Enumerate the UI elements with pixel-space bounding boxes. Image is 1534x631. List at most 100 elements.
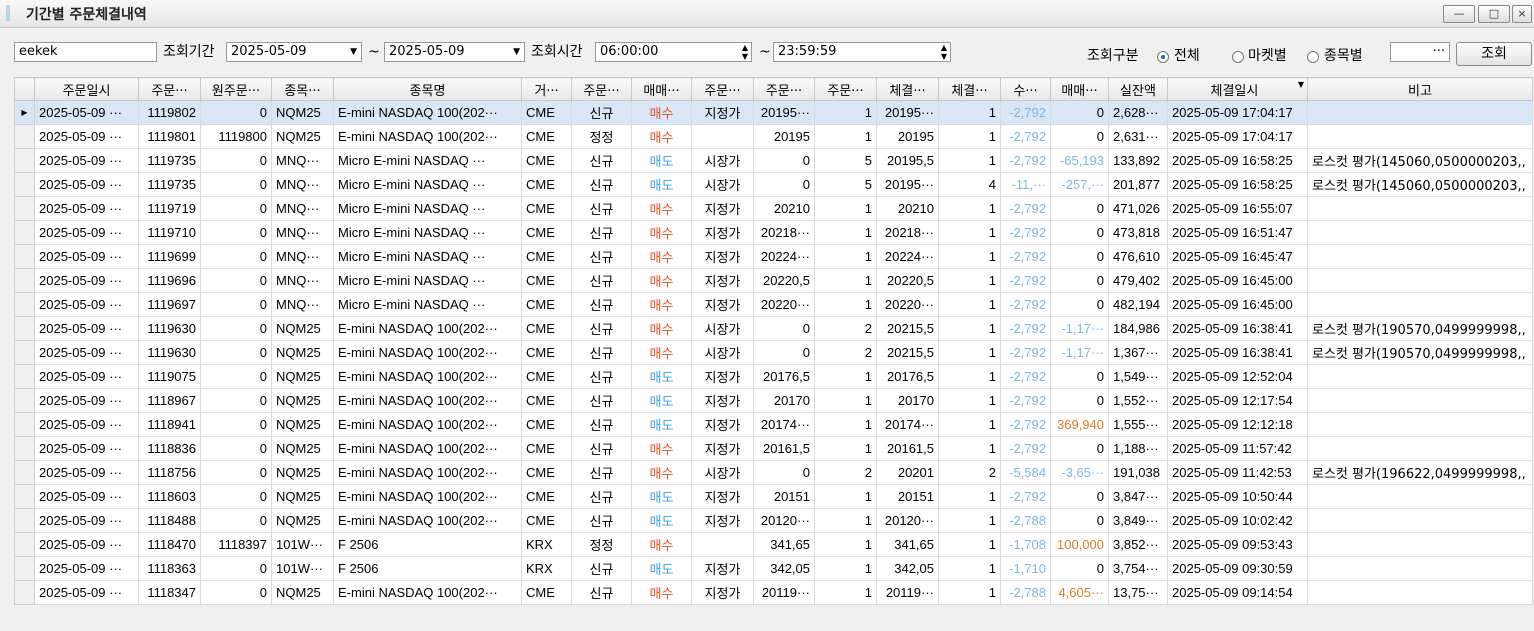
table-cell: 신규: [571, 508, 632, 533]
column-header[interactable]: 매매···: [631, 77, 692, 101]
column-header[interactable]: 비고: [1307, 77, 1533, 101]
table-row[interactable]: 2025-05-09 ··· 1118836 0 NQM25 E-mini NASDAQ…: [14, 436, 1533, 461]
table-cell: 20210: [876, 196, 939, 221]
row-indicator[interactable]: [14, 292, 35, 317]
table-cell: [1307, 268, 1533, 293]
row-indicator[interactable]: ▶: [14, 100, 35, 125]
column-header[interactable]: 주문···: [753, 77, 815, 101]
row-indicator[interactable]: [14, 412, 35, 437]
table-cell: 3,849···: [1108, 508, 1168, 533]
table-row[interactable]: 2025-05-09 ··· 1118967 0 NQM25 E-mini NASDAQ…: [14, 388, 1533, 413]
column-header[interactable]: 주문일시: [34, 77, 139, 101]
table-row[interactable]: 2025-05-09 ··· 1119699 0 MNQ··· Micro E-mini…: [14, 244, 1533, 269]
column-header[interactable]: 원주문···: [200, 77, 272, 101]
column-header[interactable]: 주문···: [138, 77, 201, 101]
radio-market[interactable]: [1232, 51, 1244, 63]
radio-all-label[interactable]: 전체: [1174, 46, 1200, 66]
table-cell: 1: [938, 340, 1001, 365]
table-header-row: 주문일시 주문··· 원주문··· 종목··· 종목명 거··· 주문··· 매매··· 주문·…: [14, 77, 1533, 101]
table-row[interactable]: 2025-05-09 ··· 1119735 0 MNQ··· Micro E-mini…: [14, 148, 1533, 173]
table-cell: 0: [200, 340, 272, 365]
table-cell: MNQ···: [271, 220, 334, 245]
time-from-spinner[interactable]: 06:00:00 ▲ ▼: [595, 42, 752, 62]
row-indicator[interactable]: [14, 172, 35, 197]
table-row[interactable]: 2025-05-09 ··· 1118941 0 NQM25 E-mini NASDAQ…: [14, 412, 1533, 437]
table-row[interactable]: 2025-05-09 ··· 1118603 0 NQM25 E-mini NASDAQ…: [14, 484, 1533, 509]
row-indicator[interactable]: [14, 268, 35, 293]
table-row[interactable]: 2025-05-09 ··· 1119630 0 NQM25 E-mini NASDAQ…: [14, 340, 1533, 365]
row-indicator[interactable]: [14, 220, 35, 245]
table-row[interactable]: 2025-05-09 ··· 1118756 0 NQM25 E-mini NASDAQ…: [14, 460, 1533, 485]
column-header[interactable]: 주문···: [571, 77, 632, 101]
column-header[interactable]: 종목···: [271, 77, 334, 101]
table-cell: 신규: [571, 460, 632, 485]
table-row[interactable]: 2025-05-09 ··· 1119735 0 MNQ··· Micro E-mini…: [14, 172, 1533, 197]
radio-symbol-label[interactable]: 종목별: [1324, 46, 1363, 66]
column-header[interactable]: 거···: [521, 77, 572, 101]
column-header[interactable]: 체결일시 ▼: [1167, 77, 1308, 101]
date-from-picker[interactable]: 2025-05-09 ▼: [226, 42, 362, 62]
table-row[interactable]: ▶ 2025-05-09 ··· 1119802 0 NQM25 E-mini NASDA…: [14, 100, 1533, 125]
row-indicator[interactable]: [14, 556, 35, 581]
column-header[interactable]: 체결···: [938, 77, 1001, 101]
row-indicator[interactable]: [14, 364, 35, 389]
row-indicator[interactable]: [14, 436, 35, 461]
table-cell: 2025-05-09 ···: [34, 364, 139, 389]
table-row[interactable]: 2025-05-09 ··· 1119696 0 MNQ··· Micro E-mini…: [14, 268, 1533, 293]
column-header[interactable]: 실잔액: [1108, 77, 1168, 101]
search-button[interactable]: 조회: [1456, 42, 1532, 66]
row-indicator[interactable]: [14, 148, 35, 173]
table-cell: 1,555···: [1108, 412, 1168, 437]
table-row[interactable]: 2025-05-09 ··· 1118347 0 NQM25 E-mini NASDAQ…: [14, 580, 1533, 605]
time-to-spinner[interactable]: 23:59:59 ▲ ▼: [773, 42, 951, 62]
table-cell: CME: [521, 292, 572, 317]
table-row[interactable]: 2025-05-09 ··· 1119710 0 MNQ··· Micro E-mini…: [14, 220, 1533, 245]
table-row[interactable]: 2025-05-09 ··· 1119719 0 MNQ··· Micro E-mini…: [14, 196, 1533, 221]
table-cell: CME: [521, 580, 572, 605]
table-cell: 로스컷 평가(145060,0500000203,,: [1307, 148, 1533, 173]
table-cell: 0: [200, 316, 272, 341]
close-button[interactable]: ×: [1512, 5, 1532, 23]
table-cell: 1: [938, 556, 1001, 581]
minimize-button[interactable]: —: [1443, 5, 1475, 23]
row-indicator[interactable]: [14, 508, 35, 533]
row-indicator[interactable]: [14, 484, 35, 509]
table-cell: 1: [938, 292, 1001, 317]
column-header[interactable]: 매매···: [1050, 77, 1109, 101]
radio-all[interactable]: [1157, 51, 1169, 63]
account-field[interactable]: eekek: [14, 42, 157, 62]
radio-symbol[interactable]: [1307, 51, 1319, 63]
column-header[interactable]: 체결···: [876, 77, 939, 101]
column-header[interactable]: 주문···: [691, 77, 754, 101]
symbol-picker-button[interactable]: ···: [1390, 42, 1450, 62]
chevron-down-icon[interactable]: ▼: [350, 43, 357, 61]
row-indicator[interactable]: [14, 196, 35, 221]
spin-arrows-icon[interactable]: ▲ ▼: [742, 43, 748, 61]
table-row[interactable]: 2025-05-09 ··· 1118470 1118397 101W··· F 250…: [14, 532, 1533, 557]
maximize-button[interactable]: □: [1478, 5, 1510, 23]
table-row[interactable]: 2025-05-09 ··· 1119801 1119800 NQM25 E-mini …: [14, 124, 1533, 149]
table-cell: 2025-05-09 ···: [34, 196, 139, 221]
table-cell: E-mini NASDAQ 100(202···: [333, 316, 522, 341]
chevron-down-icon[interactable]: ▼: [513, 43, 520, 61]
date-to-picker[interactable]: 2025-05-09 ▼: [384, 42, 525, 62]
table-row[interactable]: 2025-05-09 ··· 1118488 0 NQM25 E-mini NASDAQ…: [14, 508, 1533, 533]
row-indicator[interactable]: [14, 388, 35, 413]
column-header[interactable]: 주문···: [814, 77, 877, 101]
row-indicator[interactable]: [14, 340, 35, 365]
table-row[interactable]: 2025-05-09 ··· 1118363 0 101W··· F 2506 KRX 신규…: [14, 556, 1533, 581]
row-indicator[interactable]: [14, 124, 35, 149]
table-cell: [1307, 484, 1533, 509]
row-indicator[interactable]: [14, 580, 35, 605]
radio-market-label[interactable]: 마켓별: [1248, 46, 1287, 66]
column-header[interactable]: 수···: [1000, 77, 1051, 101]
row-indicator[interactable]: [14, 532, 35, 557]
spin-arrows-icon[interactable]: ▲ ▼: [941, 43, 947, 61]
table-row[interactable]: 2025-05-09 ··· 1119075 0 NQM25 E-mini NASDAQ…: [14, 364, 1533, 389]
row-indicator[interactable]: [14, 316, 35, 341]
table-row[interactable]: 2025-05-09 ··· 1119630 0 NQM25 E-mini NASDAQ…: [14, 316, 1533, 341]
column-header[interactable]: 종목명: [333, 77, 522, 101]
row-indicator[interactable]: [14, 244, 35, 269]
table-row[interactable]: 2025-05-09 ··· 1119697 0 MNQ··· Micro E-mini…: [14, 292, 1533, 317]
row-indicator[interactable]: [14, 460, 35, 485]
